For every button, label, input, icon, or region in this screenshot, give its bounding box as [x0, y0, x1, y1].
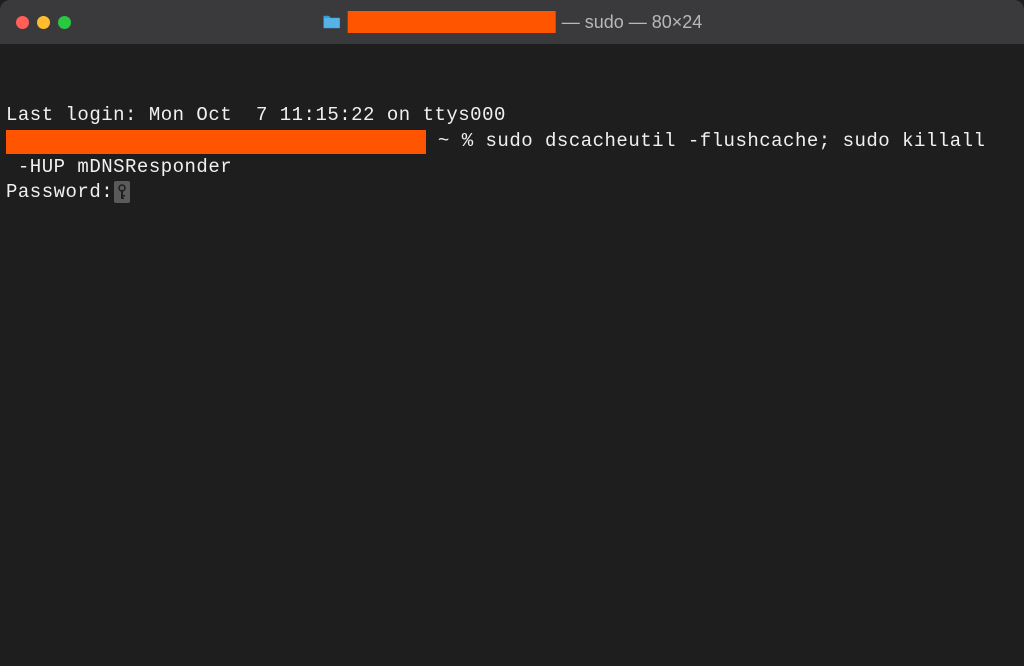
minimize-button[interactable] — [37, 16, 50, 29]
redacted-hostname — [6, 130, 426, 154]
redacted-path — [348, 11, 556, 33]
terminal-body[interactable]: Last login: Mon Oct 7 11:15:22 on ttys00… — [0, 44, 1024, 666]
folder-icon — [322, 14, 342, 30]
titlebar[interactable]: — sudo — 80×24 — [0, 0, 1024, 44]
traffic-lights — [16, 16, 71, 29]
fullscreen-button[interactable] — [58, 16, 71, 29]
last-login-line: Last login: Mon Oct 7 11:15:22 on ttys00… — [6, 103, 1018, 129]
title-suffix: — sudo — 80×24 — [562, 12, 703, 33]
terminal-window: — sudo — 80×24 Last login: Mon Oct 7 11:… — [0, 0, 1024, 666]
key-icon — [114, 181, 130, 203]
prompt-separator: ~ % — [426, 130, 486, 152]
command-text-1: sudo dscacheutil -flushcache; sudo killa… — [486, 130, 986, 152]
window-title: — sudo — 80×24 — [322, 11, 703, 33]
password-prompt: Password: — [6, 181, 113, 203]
command-text-2: -HUP mDNSResponder — [6, 156, 232, 178]
close-button[interactable] — [16, 16, 29, 29]
